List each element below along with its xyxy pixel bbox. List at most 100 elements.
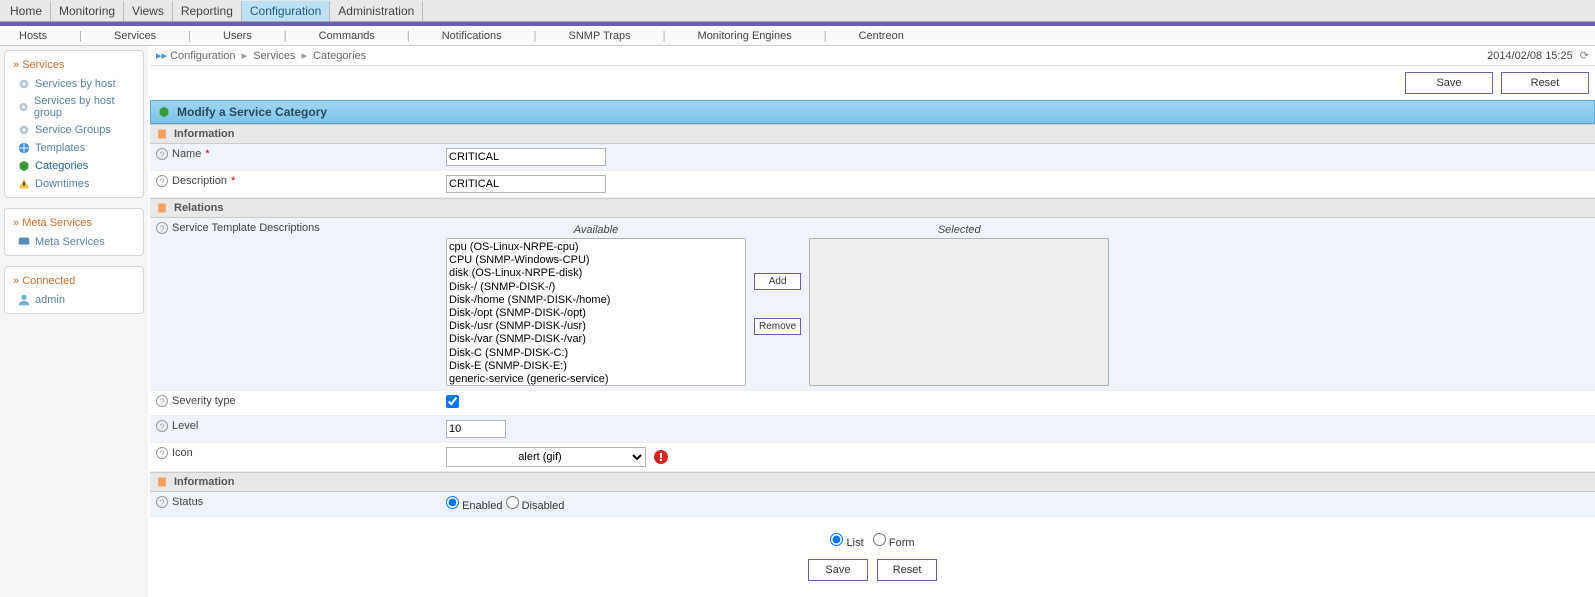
submenu-services[interactable]: Services [110, 30, 160, 42]
submenu-hosts[interactable]: Hosts [15, 30, 51, 42]
reset-button-bottom[interactable]: Reset [877, 559, 937, 581]
submenu-centreon[interactable]: Centreon [855, 30, 908, 42]
submenu-monitoring-engines[interactable]: Monitoring Engines [694, 30, 796, 42]
sidebar-item-services-by-host[interactable]: Services by host [5, 75, 143, 93]
severity-checkbox[interactable] [446, 395, 459, 408]
label-description: Description [172, 175, 227, 187]
monitor-icon [17, 235, 31, 249]
title-bar: Modify a Service Category [150, 100, 1595, 124]
sidebar-item-services-by-host-group[interactable]: Services by host group [5, 93, 143, 121]
menu-configuration[interactable]: Configuration [242, 1, 330, 21]
sub-menu: Hosts| Services| Users| Commands| Notifi… [0, 26, 1595, 46]
top-menu: Home Monitoring Views Reporting Configur… [0, 0, 1595, 22]
sidebar-item-label: Meta Services [35, 236, 105, 248]
label-name: Name [172, 148, 201, 160]
user-icon [17, 293, 31, 307]
list-item[interactable]: disk (OS-Linux-NRPE-disk) [449, 267, 743, 280]
list-item[interactable]: Disk-/ (SNMP-DISK-/) [449, 281, 743, 294]
view-form-radio[interactable] [873, 533, 886, 546]
submenu-notifications[interactable]: Notifications [438, 30, 506, 42]
available-header: Available [446, 222, 746, 238]
help-icon[interactable]: ? [156, 175, 168, 187]
sidebar-item-meta-services[interactable]: Meta Services [5, 233, 143, 251]
gear-icon [17, 100, 30, 114]
sidebar-item-service-groups[interactable]: Service Groups [5, 121, 143, 139]
main-content: ▸▸ Configuration ▸ Services ▸ Categories… [148, 46, 1595, 597]
submenu-snmp-traps[interactable]: SNMP Traps [565, 30, 635, 42]
status-disabled-radio[interactable] [506, 496, 519, 509]
help-icon[interactable]: ? [156, 447, 168, 459]
cube-icon [17, 159, 31, 173]
alert-icon [653, 449, 669, 465]
list-item[interactable]: Disk-/usr (SNMP-DISK-/usr) [449, 320, 743, 333]
sidebar-item-admin[interactable]: admin [5, 291, 143, 309]
menu-administration[interactable]: Administration [330, 1, 423, 21]
sidebar-box-meta: Meta Services Meta Services [4, 208, 144, 256]
remove-button[interactable]: Remove [754, 318, 801, 335]
view-list-radio[interactable] [830, 533, 843, 546]
breadcrumb: ▸▸ Configuration ▸ Services ▸ Categories [156, 49, 366, 62]
selected-list[interactable] [809, 238, 1109, 386]
page-icon [156, 202, 168, 214]
icon-select[interactable]: alert (gif) [446, 447, 646, 467]
label-status: Status [172, 496, 203, 508]
page-title: Modify a Service Category [177, 105, 327, 119]
menu-views[interactable]: Views [124, 1, 173, 21]
description-input[interactable] [446, 175, 606, 193]
timestamp: 2014/02/08 15:25 ⟳ [1487, 49, 1589, 62]
help-icon[interactable]: ? [156, 222, 168, 234]
globe-icon [17, 141, 31, 155]
add-button[interactable]: Add [754, 273, 801, 290]
sidebar-item-categories[interactable]: Categories [5, 157, 143, 175]
crumb-services[interactable]: Services [253, 50, 295, 62]
available-list[interactable]: cpu (OS-Linux-NRPE-cpu)CPU (SNMP-Windows… [446, 238, 746, 386]
list-item[interactable]: Disk-/opt (SNMP-DISK-/opt) [449, 307, 743, 320]
sidebar-box-connected: Connected admin [4, 266, 144, 314]
sidebar-item-templates[interactable]: Templates [5, 139, 143, 157]
name-input[interactable] [446, 148, 606, 166]
list-item[interactable]: Disk-/home (SNMP-DISK-/home) [449, 294, 743, 307]
section-information: Information [150, 124, 1595, 144]
page-icon [156, 128, 168, 140]
help-icon[interactable]: ? [156, 148, 168, 160]
label-service-templates: Service Template Descriptions [172, 222, 320, 234]
label-level: Level [172, 420, 198, 432]
list-item[interactable]: cpu (OS-Linux-NRPE-cpu) [449, 241, 743, 254]
list-item[interactable]: generic-service (generic-service) [449, 373, 743, 386]
help-icon[interactable]: ? [156, 420, 168, 432]
sidebar-head-meta: Meta Services [5, 213, 143, 233]
status-enabled-radio[interactable] [446, 496, 459, 509]
sidebar-head-services: Services [5, 55, 143, 75]
list-item[interactable]: Disk-/var (SNMP-DISK-/var) [449, 333, 743, 346]
sidebar-item-downtimes[interactable]: Downtimes [5, 175, 143, 193]
list-item[interactable]: Disk-C (SNMP-DISK-C:) [449, 347, 743, 360]
list-item[interactable]: Disk-E (SNMP-DISK-E:) [449, 360, 743, 373]
sidebar-head-connected: Connected [5, 271, 143, 291]
level-input[interactable] [446, 420, 506, 438]
save-button-top[interactable]: Save [1405, 72, 1493, 94]
crumb-configuration[interactable]: Configuration [170, 50, 235, 62]
warning-icon [17, 177, 31, 191]
sidebar-item-label: admin [35, 294, 65, 306]
section-relations: Relations [150, 198, 1595, 218]
sidebar-item-label: Services by host [35, 78, 116, 90]
section-information-2: Information [150, 472, 1595, 492]
gear-icon [17, 123, 31, 137]
help-icon[interactable]: ? [156, 496, 168, 508]
help-icon[interactable]: ? [156, 395, 168, 407]
sidebar-item-label: Categories [35, 160, 88, 172]
cube-icon [157, 105, 171, 119]
menu-monitoring[interactable]: Monitoring [51, 1, 124, 21]
menu-reporting[interactable]: Reporting [173, 1, 242, 21]
sidebar-box-services: Services Services by host Services by ho… [4, 50, 144, 198]
list-item[interactable]: CPU (SNMP-Windows-CPU) [449, 254, 743, 267]
crumb-categories[interactable]: Categories [313, 50, 366, 62]
reset-button-top[interactable]: Reset [1501, 72, 1589, 94]
refresh-icon[interactable]: ⟳ [1580, 50, 1589, 62]
sidebar: Services Services by host Services by ho… [0, 46, 148, 597]
submenu-commands[interactable]: Commands [315, 30, 379, 42]
submenu-users[interactable]: Users [219, 30, 256, 42]
sidebar-item-label: Service Groups [35, 124, 111, 136]
menu-home[interactable]: Home [2, 1, 51, 21]
save-button-bottom[interactable]: Save [808, 559, 868, 581]
